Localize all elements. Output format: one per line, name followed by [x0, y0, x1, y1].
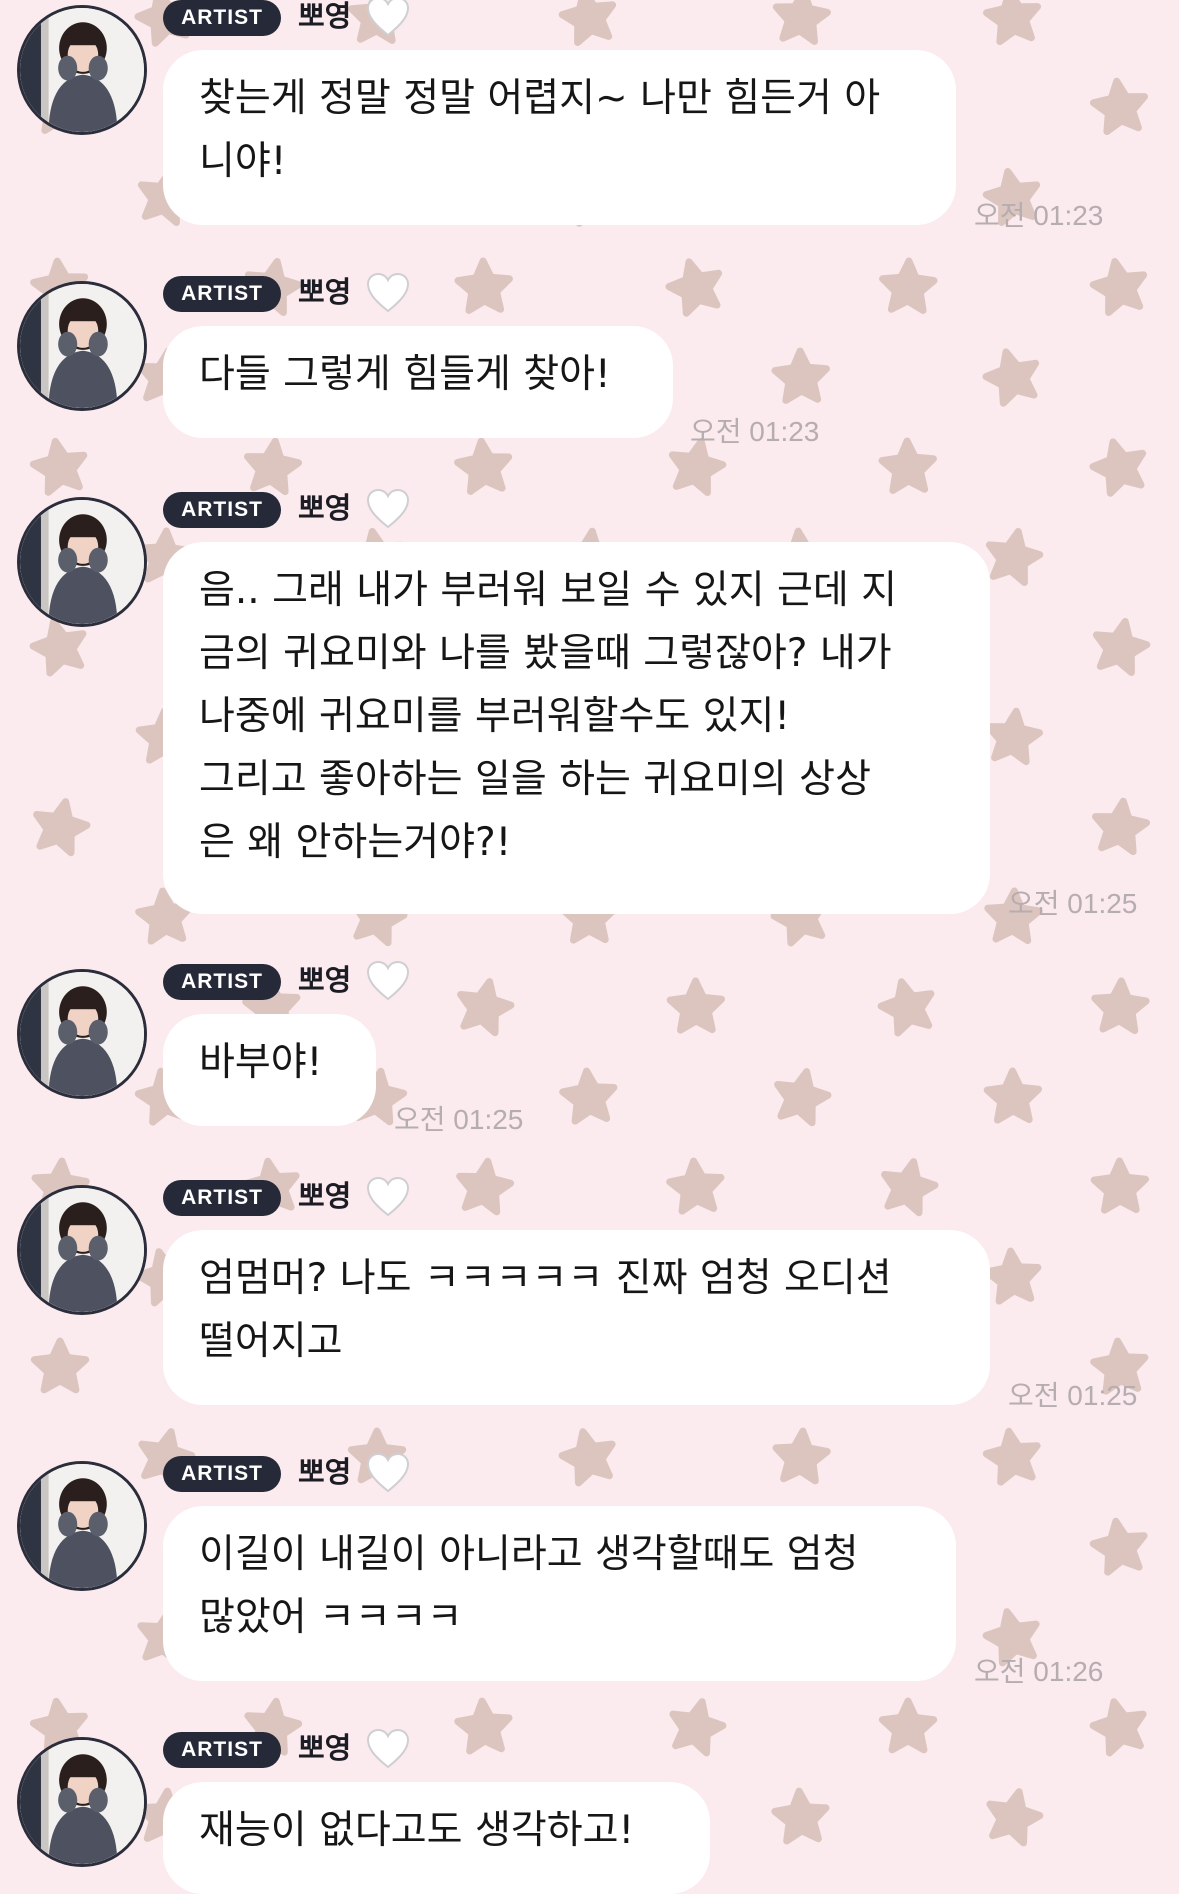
- message-bubble[interactable]: 바부야!: [163, 1014, 376, 1126]
- artist-badge: ARTIST: [163, 1456, 281, 1492]
- sender-name: 뽀영: [298, 1731, 352, 1765]
- message-bubble[interactable]: 음.. 그래 내가 부러워 보일 수 있지 근데 지 금의 귀요미와 나를 봤을…: [163, 542, 990, 914]
- artist-badge: ARTIST: [163, 1732, 281, 1768]
- message-time: 오전 01:25: [394, 1104, 524, 1135]
- white-heart-icon: [366, 1176, 410, 1217]
- white-heart-icon: [366, 272, 410, 313]
- chat-feed[interactable]: ARTIST 뽀영 찾는게 정말 정말 어렵지~ 나만 힘든거 아 니야! 오전…: [0, 0, 1179, 1894]
- white-heart-icon: [366, 1728, 410, 1769]
- artist-avatar[interactable]: [17, 497, 147, 627]
- sender-name: 뽀영: [298, 1455, 352, 1489]
- sender-name: 뽀영: [298, 491, 352, 525]
- artist-badge: ARTIST: [163, 0, 281, 36]
- artist-avatar[interactable]: [17, 1185, 147, 1315]
- white-heart-icon: [366, 0, 410, 37]
- artist-avatar[interactable]: [17, 5, 147, 135]
- artist-badge: ARTIST: [163, 276, 281, 312]
- message-time: 오전 01:23: [974, 200, 1104, 231]
- message-time: 오전 01:26: [974, 1656, 1104, 1687]
- message-time: 오전 01:25: [1008, 1380, 1138, 1411]
- sender-name: 뽀영: [298, 1179, 352, 1213]
- message-time: 오전 01:23: [690, 416, 820, 447]
- message-bubble[interactable]: 이길이 내길이 아니라고 생각할때도 엄청 많았어 ㅋㅋㅋㅋ: [163, 1506, 956, 1681]
- artist-badge: ARTIST: [163, 964, 281, 1000]
- artist-avatar[interactable]: [17, 1461, 147, 1591]
- message-bubble[interactable]: 찾는게 정말 정말 어렵지~ 나만 힘든거 아 니야!: [163, 50, 956, 225]
- white-heart-icon: [366, 488, 410, 529]
- white-heart-icon: [366, 960, 410, 1001]
- message-bubble[interactable]: 다들 그렇게 힘들게 찾아!: [163, 326, 673, 438]
- artist-avatar[interactable]: [17, 1737, 147, 1867]
- artist-avatar[interactable]: [17, 969, 147, 1099]
- artist-badge: ARTIST: [163, 1180, 281, 1216]
- message-bubble[interactable]: 엄멈머? 나도 ㅋㅋㅋㅋㅋ 진짜 엄청 오디션 떨어지고: [163, 1230, 990, 1405]
- sender-name: 뽀영: [298, 0, 352, 33]
- artist-badge: ARTIST: [163, 492, 281, 528]
- white-heart-icon: [366, 1452, 410, 1493]
- message-bubble[interactable]: 재능이 없다고도 생각하고!: [163, 1782, 710, 1894]
- artist-avatar[interactable]: [17, 281, 147, 411]
- sender-name: 뽀영: [298, 275, 352, 309]
- message-time: 오전 01:25: [1008, 888, 1138, 919]
- sender-name: 뽀영: [298, 963, 352, 997]
